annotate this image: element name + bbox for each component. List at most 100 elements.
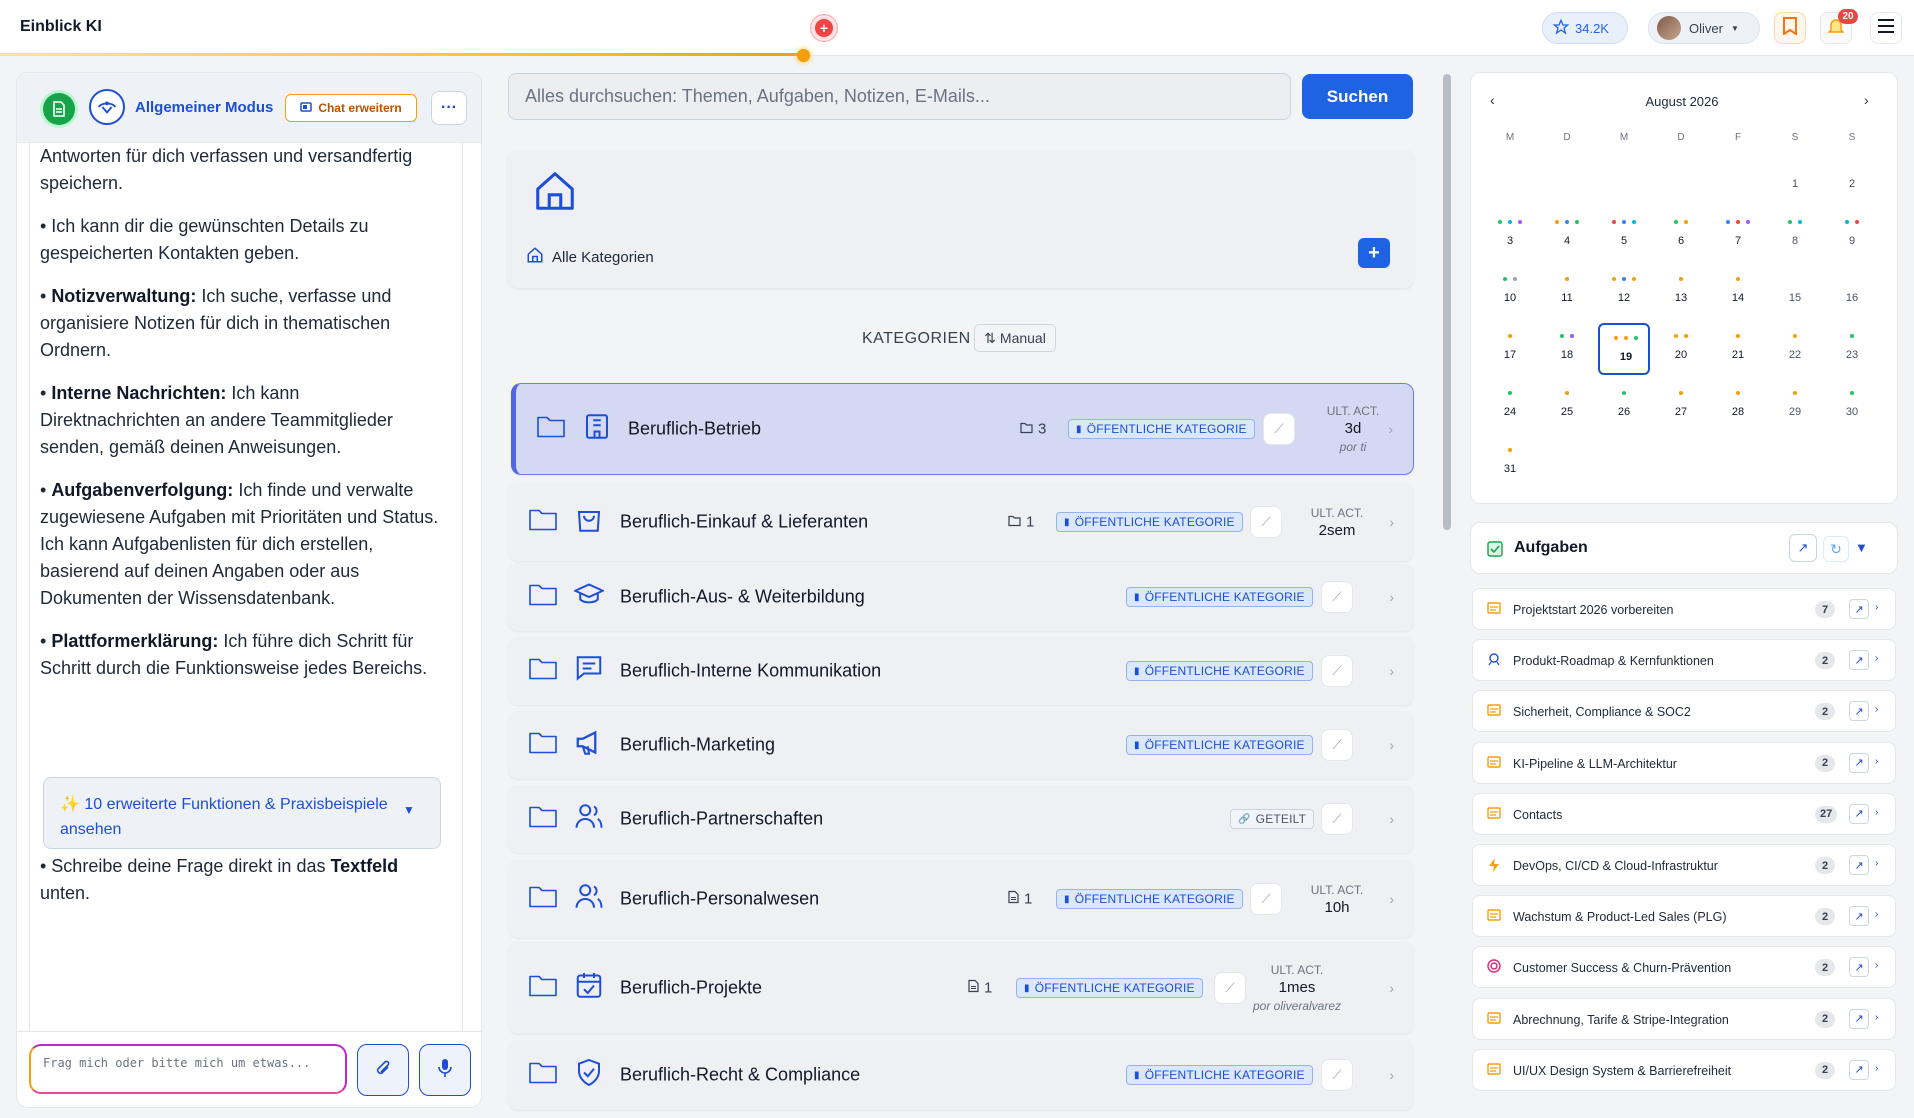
chevron-right-icon[interactable]: › xyxy=(1875,807,1878,818)
open-task-button[interactable]: ↗ xyxy=(1849,650,1869,671)
chevron-right-icon[interactable]: › xyxy=(1875,1012,1878,1023)
collapse-icon[interactable]: ▼ xyxy=(1855,540,1868,555)
calendar-day[interactable]: 8 xyxy=(1769,209,1821,261)
open-task-button[interactable]: ↗ xyxy=(1849,599,1869,619)
stars-button[interactable]: 34.2K xyxy=(1542,12,1628,44)
open-task-button[interactable]: ↗ xyxy=(1849,957,1869,978)
mode-icon[interactable] xyxy=(89,89,125,125)
category-row[interactable]: Beruflich-Projekte 1 ▮ ÖFFENTLICHE KATEGORI… xyxy=(508,942,1414,1034)
open-task-button[interactable]: ↗ xyxy=(1849,1008,1869,1029)
edit-category-button[interactable]: ⟋ xyxy=(1321,803,1353,835)
calendar-day[interactable]: 25 xyxy=(1541,380,1593,432)
category-row[interactable]: Beruflich-Partnerschaften 🔗 GETEILT ⟋ › xyxy=(508,785,1414,853)
open-task-button[interactable]: ↗ xyxy=(1849,906,1869,927)
category-row[interactable]: Beruflich-Betrieb 3 ▮ ÖFFENTLICHE KATEGORIE… xyxy=(511,383,1414,475)
calendar-day[interactable]: 22 xyxy=(1769,323,1821,375)
task-item[interactable]: Contacts 27 ↗ › xyxy=(1472,792,1896,835)
calendar-day[interactable]: 27 xyxy=(1655,380,1707,432)
category-row[interactable]: Beruflich-Aus- & Weiterbildung ▮ ÖFFENTLIC… xyxy=(508,563,1414,631)
calendar-day[interactable]: 15 xyxy=(1769,266,1821,318)
calendar-day[interactable]: 28 xyxy=(1712,380,1764,432)
breadcrumb[interactable]: Alle Kategorien xyxy=(526,246,654,268)
search-input[interactable]: Alles durchsuchen: Themen, Aufgaben, Not… xyxy=(508,73,1291,120)
task-item[interactable]: Wachstum & Product-Led Sales (PLG) 2 ↗ › xyxy=(1472,895,1896,938)
edit-category-button[interactable]: ⟋ xyxy=(1321,581,1353,613)
microphone-button[interactable] xyxy=(419,1044,471,1096)
user-menu-button[interactable]: Oliver ▼ xyxy=(1648,12,1760,44)
category-row[interactable]: Beruflich-Marketing ▮ ÖFFENTLICHE KATEGORI… xyxy=(508,711,1414,779)
task-item[interactable]: Projektstart 2026 vorbereiten 7 ↗ › xyxy=(1472,588,1896,630)
calendar-day[interactable]: 12 xyxy=(1598,266,1650,318)
hamburger-menu-button[interactable] xyxy=(1870,12,1902,44)
category-row[interactable]: Beruflich-Recht & Compliance ▮ ÖFFENTLICHE… xyxy=(508,1040,1414,1110)
mode-label[interactable]: Allgemeiner Modus xyxy=(135,99,273,116)
category-row[interactable]: Beruflich-Einkauf & Lieferanten 1 ▮ ÖFFENTL… xyxy=(508,483,1414,561)
open-task-button[interactable]: ↗ xyxy=(1849,855,1869,875)
calendar-day[interactable]: 24 xyxy=(1484,380,1536,432)
edit-category-button[interactable]: ⟋ xyxy=(1321,655,1353,687)
main-scrollbar-thumb[interactable] xyxy=(1443,74,1451,530)
calendar-day[interactable]: 5 xyxy=(1598,209,1650,261)
expand-chat-button[interactable]: Chat erweitern xyxy=(285,94,417,122)
open-task-button[interactable]: ↗ xyxy=(1849,752,1869,773)
calendar-day[interactable]: 6 xyxy=(1655,209,1707,261)
chevron-right-icon[interactable]: › xyxy=(1875,602,1878,613)
app-logo-icon[interactable]: + xyxy=(810,14,838,42)
edit-category-button[interactable]: ⟋ xyxy=(1263,413,1295,445)
chevron-down-icon[interactable]: ▼ xyxy=(403,803,415,817)
chat-input[interactable]: Frag mich oder bitte mich um etwas... xyxy=(29,1044,347,1094)
refresh-icon[interactable]: ↻ xyxy=(1823,536,1849,562)
task-item[interactable]: KI-Pipeline & LLM-Architektur 2 ↗ › xyxy=(1472,741,1896,784)
chat-messages[interactable]: Antworten für dich verfassen und versand… xyxy=(29,143,463,1101)
calendar-day[interactable]: 31 xyxy=(1484,437,1536,489)
edit-category-button[interactable]: ⟋ xyxy=(1250,883,1282,915)
add-category-button[interactable]: + xyxy=(1358,238,1390,268)
more-options-button[interactable]: ··· xyxy=(431,91,467,125)
chevron-right-icon[interactable]: › xyxy=(1875,1063,1878,1074)
chevron-right-icon[interactable]: › xyxy=(1875,704,1878,715)
open-task-button[interactable]: ↗ xyxy=(1849,701,1869,722)
calendar-day[interactable]: 23 xyxy=(1826,323,1878,375)
task-item[interactable]: Produkt-Roadmap & Kernfunktionen 2 ↗ › xyxy=(1472,639,1896,682)
calendar-day[interactable]: 11 xyxy=(1541,266,1593,318)
category-row[interactable]: Beruflich-Interne Kommunikation ▮ ÖFFENTLI… xyxy=(508,637,1414,705)
task-item[interactable]: Customer Success & Churn-Prävention 2 ↗ › xyxy=(1472,946,1896,989)
category-row[interactable]: Beruflich-Personalwesen 1 ▮ ÖFFENTLICHE KAT… xyxy=(508,860,1414,938)
task-item[interactable]: Sicherheit, Compliance & SOC2 2 ↗ › xyxy=(1472,690,1896,733)
edit-category-button[interactable]: ⟋ xyxy=(1321,729,1353,761)
chevron-right-icon[interactable]: › xyxy=(1875,909,1878,920)
search-button[interactable]: Suchen xyxy=(1302,74,1413,119)
calendar-day[interactable]: 21 xyxy=(1712,323,1764,375)
calendar-day[interactable]: 26 xyxy=(1598,380,1650,432)
calendar-day[interactable]: 13 xyxy=(1655,266,1707,318)
calendar-day[interactable]: 14 xyxy=(1712,266,1764,318)
calendar-day[interactable]: 2 xyxy=(1826,152,1878,204)
open-task-button[interactable]: ↗ xyxy=(1849,803,1869,824)
calendar-day[interactable]: 4 xyxy=(1541,209,1593,261)
edit-category-button[interactable]: ⟋ xyxy=(1250,506,1282,538)
calendar-day[interactable]: 1 xyxy=(1769,152,1821,204)
document-icon[interactable] xyxy=(43,93,75,125)
attach-button[interactable] xyxy=(357,1044,409,1096)
calendar-day[interactable]: 18 xyxy=(1541,323,1593,375)
calendar-day[interactable]: 30 xyxy=(1826,380,1878,432)
chevron-right-icon[interactable]: › xyxy=(1875,756,1878,767)
calendar-day[interactable]: 20 xyxy=(1655,323,1707,375)
calendar-day[interactable]: 3 xyxy=(1484,209,1536,261)
calendar-day[interactable]: 16 xyxy=(1826,266,1878,318)
calendar-day[interactable]: 9 xyxy=(1826,209,1878,261)
chevron-right-icon[interactable]: › xyxy=(1875,653,1878,664)
edit-category-button[interactable]: ⟋ xyxy=(1321,1059,1353,1091)
chevron-right-icon[interactable]: › xyxy=(1875,858,1878,869)
calendar-day[interactable]: 19 xyxy=(1598,323,1650,375)
calendar-day[interactable]: 17 xyxy=(1484,323,1536,375)
calendar-day[interactable]: 10 xyxy=(1484,266,1536,318)
calendar-next-button[interactable]: › xyxy=(1864,92,1869,108)
task-item[interactable]: Abrechnung, Tarife & Stripe-Integration 2… xyxy=(1472,997,1896,1040)
open-task-button[interactable]: ↗ xyxy=(1849,1059,1869,1080)
open-tasks-button[interactable]: ↗ xyxy=(1789,534,1817,562)
features-toggle[interactable]: ✨ 10 erweiterte Funktionen & Praxisbeisp… xyxy=(43,777,441,849)
bookmark-button[interactable] xyxy=(1774,12,1806,44)
calendar-day[interactable]: 29 xyxy=(1769,380,1821,432)
home-icon[interactable] xyxy=(532,168,578,219)
